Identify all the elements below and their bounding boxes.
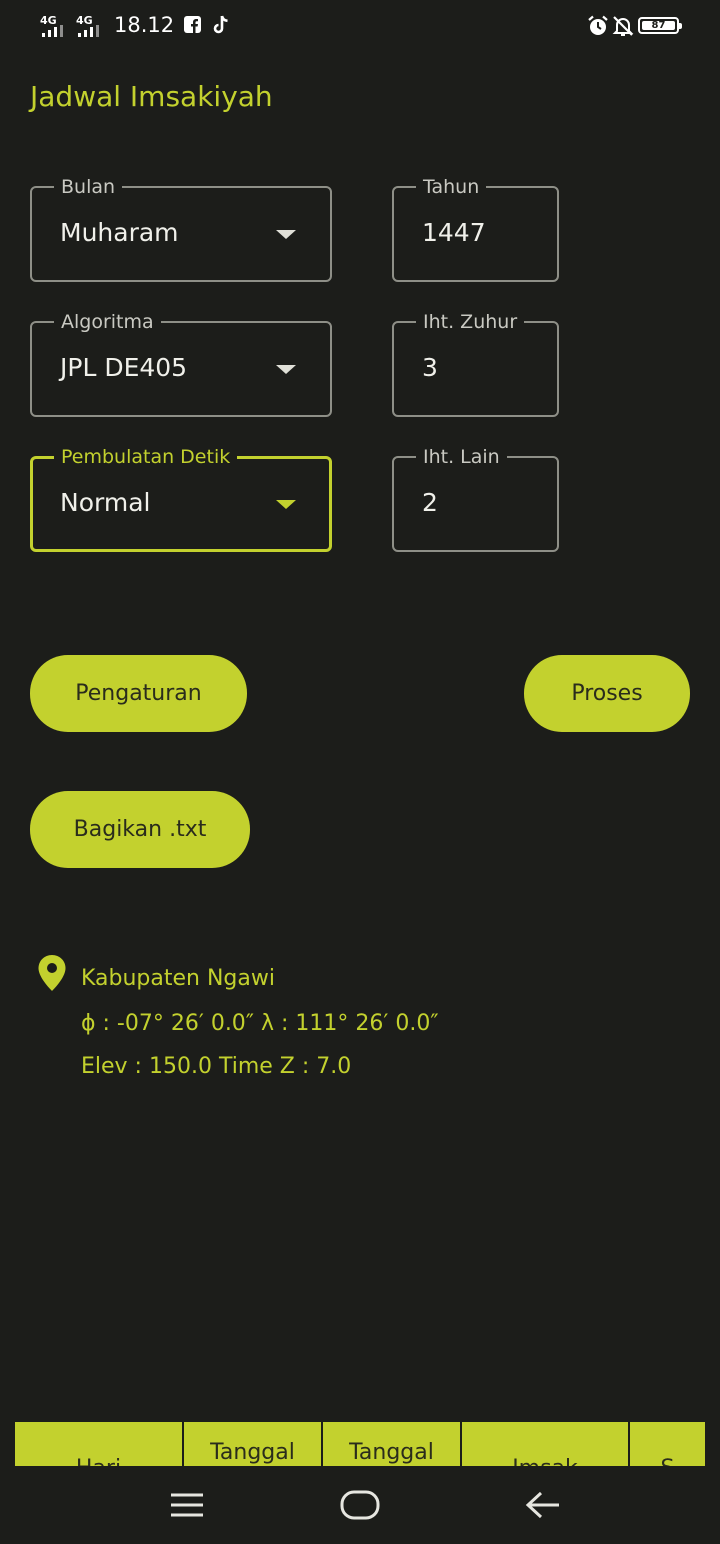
table-header-cell: Imsak	[462, 1422, 630, 1466]
iht-lain-field[interactable]: Iht. Lain 2	[392, 446, 559, 552]
pembulatan-detik-value: Normal	[60, 488, 151, 517]
table-header-cell: S	[630, 1422, 705, 1466]
algoritma-dropdown[interactable]: Algoritma JPL DE405	[30, 311, 332, 417]
back-arrow-icon[interactable]	[525, 1490, 561, 1524]
facebook-icon	[184, 16, 201, 38]
iht-zuhur-label: Iht. Zuhur	[416, 311, 525, 333]
table-header-cell: Tanggal	[184, 1422, 323, 1466]
location-coordinates: ϕ : -07° 26′ 0.0″ λ : 111° 26′ 0.0″	[81, 1011, 439, 1036]
algoritma-label: Algoritma	[54, 311, 161, 333]
proses-button[interactable]: Proses	[524, 655, 690, 732]
iht-zuhur-field[interactable]: Iht. Zuhur 3	[392, 311, 559, 417]
bagikan-txt-button[interactable]: Bagikan .txt	[30, 791, 250, 868]
battery-level: 87	[651, 20, 666, 31]
bulan-label: Bulan	[54, 176, 123, 198]
iht-lain-label: Iht. Lain	[416, 446, 507, 468]
bulan-value: Muharam	[60, 218, 179, 247]
system-navigation-bar	[0, 1466, 720, 1544]
location-elevation-timezone: Elev : 150.0 Time Z : 7.0	[81, 1054, 352, 1079]
alarm-icon	[587, 15, 609, 42]
table-header-cell: Tanggal	[323, 1422, 462, 1466]
dropdown-arrow-icon	[276, 230, 296, 239]
location-pin-icon	[37, 954, 67, 996]
clock: 18.12	[114, 13, 175, 37]
pembulatan-detik-dropdown[interactable]: Pembulatan Detik Normal	[30, 446, 332, 552]
pembulatan-detik-label: Pembulatan Detik	[54, 446, 238, 468]
schedule-table-header: Hari Tanggal Tanggal Imsak S	[15, 1422, 705, 1466]
location-name: Kabupaten Ngawi	[81, 966, 275, 991]
menu-icon[interactable]	[170, 1492, 204, 1522]
pengaturan-button[interactable]: Pengaturan	[30, 655, 247, 732]
tiktok-icon	[212, 15, 230, 40]
dropdown-arrow-icon	[276, 365, 296, 374]
home-icon[interactable]	[340, 1490, 380, 1524]
algoritma-value: JPL DE405	[60, 353, 188, 382]
page-title: Jadwal Imsakiyah	[30, 80, 273, 113]
tahun-field[interactable]: Tahun 1447	[392, 176, 559, 282]
iht-zuhur-value: 3	[422, 353, 438, 382]
tahun-value: 1447	[422, 218, 486, 247]
status-bar: 4G 4G 18.12 87	[0, 0, 720, 52]
table-header-cell: Hari	[15, 1422, 184, 1466]
battery-icon: 87	[638, 17, 682, 34]
tahun-label: Tahun	[416, 176, 487, 198]
mute-notification-icon	[612, 15, 634, 42]
iht-lain-value: 2	[422, 488, 438, 517]
bulan-dropdown[interactable]: Bulan Muharam	[30, 176, 332, 282]
dropdown-arrow-icon	[276, 500, 296, 509]
